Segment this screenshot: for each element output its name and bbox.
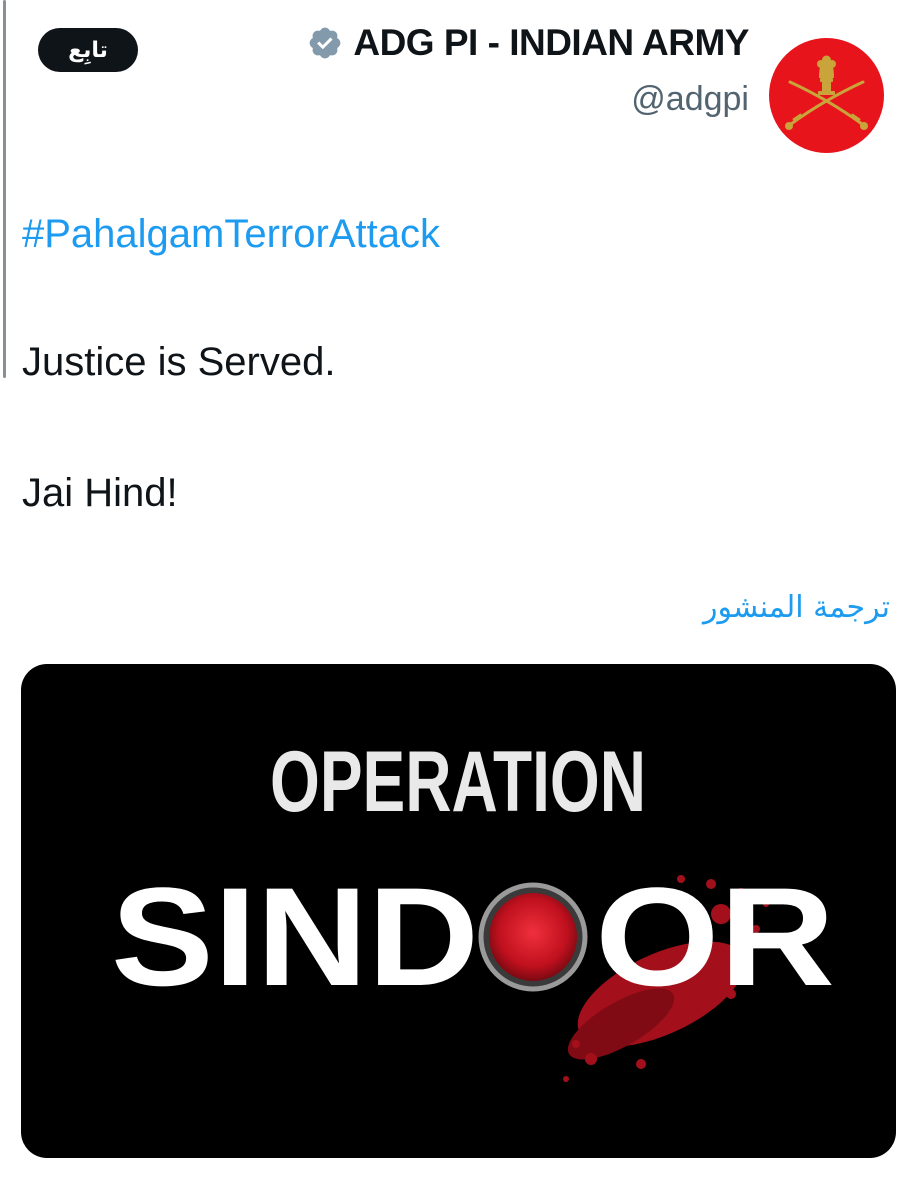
thread-line bbox=[3, 0, 6, 378]
follow-button[interactable]: تابِع bbox=[38, 28, 138, 72]
army-emblem-icon bbox=[785, 55, 868, 130]
account-name-row[interactable]: ADG PI - INDIAN ARMY bbox=[307, 22, 749, 64]
account-handle[interactable]: @adgpi bbox=[631, 80, 749, 119]
post-text-line: Jai Hind! bbox=[22, 471, 178, 515]
tweet-view: تابِع ADG PI - INDIAN ARMY @adgpi #Pahal… bbox=[0, 0, 917, 1200]
operation-sindoor-poster: OPERATION SIND OR bbox=[111, 734, 835, 1082]
poster-title-right: OR bbox=[595, 858, 835, 1015]
display-name[interactable]: ADG PI - INDIAN ARMY bbox=[353, 22, 749, 64]
avatar[interactable] bbox=[769, 38, 884, 153]
post-text-line: Justice is Served. bbox=[22, 340, 336, 384]
poster-title-left: SIND bbox=[111, 858, 479, 1015]
poster-title-top: OPERATION bbox=[270, 734, 646, 830]
post-image[interactable]: OPERATION SIND OR bbox=[21, 664, 896, 1158]
verified-badge-icon bbox=[309, 27, 341, 59]
translate-post-link[interactable]: ترجمة المنشور bbox=[703, 590, 890, 625]
hashtag-link[interactable]: #PahalgamTerrorAttack bbox=[22, 212, 440, 257]
